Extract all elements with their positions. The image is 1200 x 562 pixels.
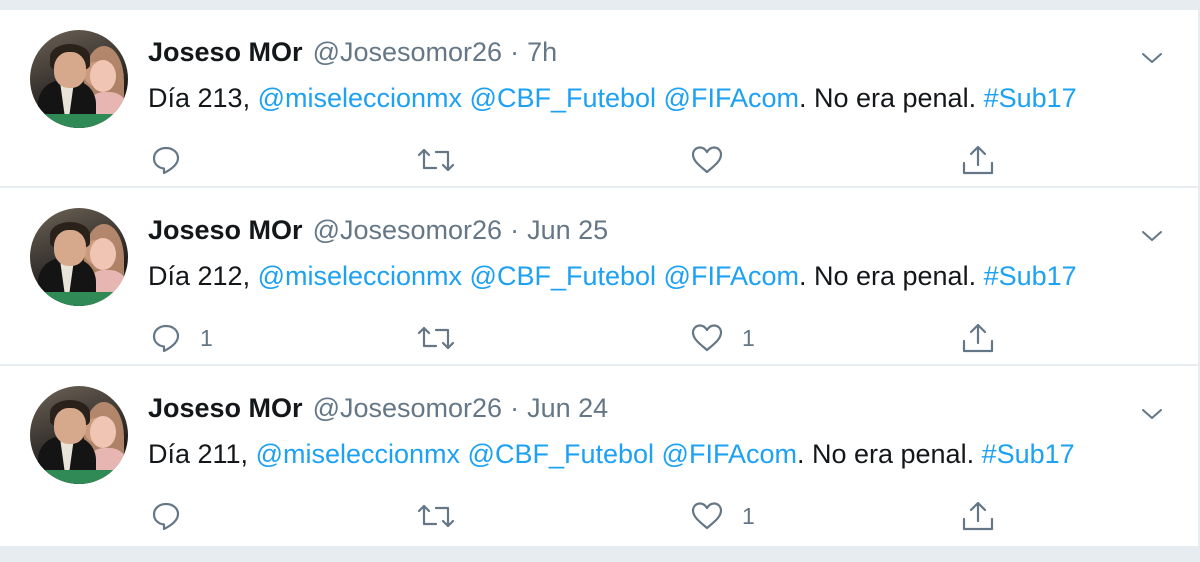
hashtag-link[interactable]: #Sub17 [984,261,1077,291]
mention-link[interactable]: @CBF_Futebol [468,439,654,469]
mention-link[interactable]: @miseleccionmx [258,261,462,291]
like-button[interactable]: 1 [690,320,755,356]
tweet-text-prefix: Día 211, [148,439,256,469]
user-handle[interactable]: @Josesomor26 [313,393,503,424]
avatar[interactable] [30,386,128,484]
tweet-text: Día 213, @miseleccionmx @CBF_Futebol @FI… [148,80,1077,116]
share-button[interactable] [960,320,996,356]
separator-dot: · [510,36,520,67]
user-handle[interactable]: @Josesomor26 [313,37,503,68]
mention-link[interactable]: @miseleccionmx [256,439,460,469]
text-space [656,261,664,291]
like-count: 1 [742,502,755,529]
reply-icon [150,322,182,354]
avatar[interactable] [30,30,128,128]
text-space [462,261,470,291]
mention-link[interactable]: @CBF_Futebol [470,83,656,113]
tweet-text-suffix: . No era penal. [796,439,982,469]
reply-button[interactable] [150,498,200,534]
reply-button[interactable] [150,142,200,178]
hashtag-link[interactable]: #Sub17 [982,439,1075,469]
mention-link[interactable]: @miseleccionmx [258,83,462,113]
tweet[interactable]: Joseso MOr @Josesomor26 · 7h Día 213, @m… [0,10,1198,188]
mention-link[interactable]: @FIFAcom [662,439,797,469]
share-icon [960,143,996,177]
tweet-text-suffix: . No era penal. [798,83,984,113]
tweet-text-prefix: Día 212, [148,261,258,291]
tweet-text-suffix: . No era penal. [798,261,984,291]
text-space [654,439,662,469]
hashtag-link[interactable]: #Sub17 [984,83,1077,113]
like-count: 1 [742,324,755,351]
retweet-icon [416,322,456,354]
share-button[interactable] [960,498,996,534]
chevron-down-icon[interactable] [1140,46,1164,70]
retweet-button[interactable] [416,320,456,356]
tweet-actions [0,142,1198,178]
tweet[interactable]: Joseso MOr @Josesomor26 · Jun 25 Día 212… [0,188,1198,366]
tweet[interactable]: Joseso MOr @Josesomor26 · Jun 24 Día 211… [0,366,1198,546]
reply-count: 1 [200,324,213,351]
text-space [460,439,468,469]
mention-link[interactable]: @FIFAcom [664,261,799,291]
share-icon [960,499,996,533]
timestamp[interactable]: Jun 24 [527,393,608,424]
text-space [656,83,664,113]
tweet-header: Joseso MOr @Josesomor26 · Jun 24 [148,390,608,426]
reply-icon [150,500,182,532]
tweet-text: Día 211, @miseleccionmx @CBF_Futebol @FI… [148,436,1075,472]
display-name[interactable]: Joseso MOr [148,37,303,68]
retweet-icon [416,500,456,532]
timestamp[interactable]: Jun 25 [527,215,608,246]
user-handle[interactable]: @Josesomor26 [313,215,503,246]
mention-link[interactable]: @CBF_Futebol [470,261,656,291]
chevron-down-icon[interactable] [1140,224,1164,248]
retweet-icon [416,144,456,176]
heart-icon [690,144,724,176]
tweet-feed: Joseso MOr @Josesomor26 · 7h Día 213, @m… [0,10,1198,546]
like-button[interactable] [690,142,742,178]
tweet-actions: 1 1 [0,320,1198,356]
avatar[interactable] [30,208,128,306]
timestamp[interactable]: 7h [527,37,557,68]
tweet-header: Joseso MOr @Josesomor26 · 7h [148,34,557,70]
like-button[interactable]: 1 [690,498,755,534]
text-space [462,83,470,113]
chevron-down-icon[interactable] [1140,402,1164,426]
display-name[interactable]: Joseso MOr [148,393,303,424]
share-button[interactable] [960,142,996,178]
retweet-button[interactable] [416,498,456,534]
display-name[interactable]: Joseso MOr [148,215,303,246]
tweet-text-prefix: Día 213, [148,83,258,113]
separator-dot: · [510,392,520,423]
tweet-header: Joseso MOr @Josesomor26 · Jun 25 [148,212,608,248]
heart-icon [690,500,724,532]
reply-button[interactable]: 1 [150,320,213,356]
mention-link[interactable]: @FIFAcom [664,83,799,113]
reply-icon [150,144,182,176]
share-icon [960,321,996,355]
retweet-button[interactable] [416,142,456,178]
tweet-text: Día 212, @miseleccionmx @CBF_Futebol @FI… [148,258,1077,294]
tweet-actions: 1 [0,498,1198,534]
separator-dot: · [510,214,520,245]
heart-icon [690,322,724,354]
